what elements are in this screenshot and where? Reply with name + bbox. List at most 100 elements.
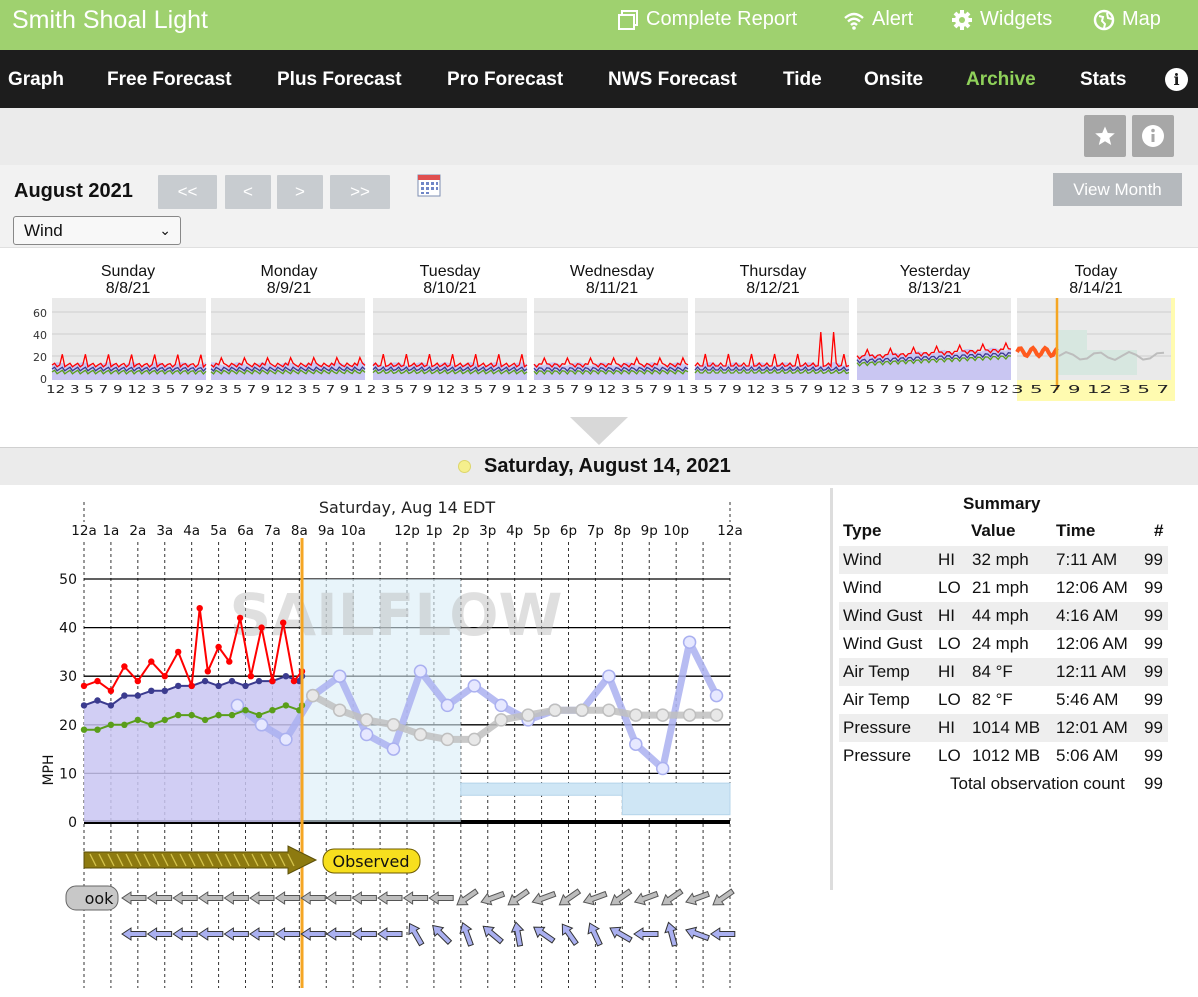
forecast-arrow	[609, 888, 633, 906]
wind-direction-arrow	[351, 927, 377, 941]
data-point	[269, 677, 276, 685]
wind-direction-arrow	[664, 921, 678, 947]
summary-value: 1014 MB	[972, 718, 1041, 737]
thumb-x-ticks: 3 5 7 9 12 3 5 7 9 12	[689, 383, 847, 396]
wind-direction-arrow	[510, 921, 525, 947]
summary-type: Wind	[843, 550, 882, 569]
forecast-arrow	[249, 891, 275, 905]
panel-divider	[830, 488, 833, 890]
summary-count: 99	[1144, 662, 1163, 681]
calendar-icon[interactable]	[417, 173, 441, 197]
summary-type: Pressure	[843, 718, 912, 737]
data-point	[359, 727, 374, 742]
wind-direction-arrow	[482, 925, 504, 945]
data-point	[175, 711, 182, 719]
data-point	[121, 721, 128, 728]
x-tick-label: 2p	[452, 523, 469, 539]
nav-graph[interactable]: Graph	[8, 69, 64, 91]
main-nav: Graph Free Forecast Plus Forecast Pro Fo…	[0, 50, 1198, 108]
y-tick-label: 0	[68, 815, 77, 831]
data-point	[175, 682, 182, 690]
nav-stats[interactable]: Stats	[1080, 69, 1126, 91]
y-axis-label: MPH	[41, 754, 57, 785]
nav-onsite[interactable]: Onsite	[864, 69, 923, 91]
nav-plus-forecast[interactable]: Plus Forecast	[277, 69, 402, 91]
forecast-arrow	[531, 890, 557, 906]
summary-row: Wind HI 32 mph 7:11 AM 99	[839, 546, 1168, 574]
summary-hilo: HI	[938, 550, 955, 569]
month-label: August 2021	[14, 180, 133, 202]
complete-report-link[interactable]: Complete Report	[617, 8, 797, 31]
gear-icon	[952, 9, 972, 30]
summary-type: Wind	[843, 578, 882, 597]
day-name: Today	[1074, 263, 1118, 280]
observed-label: Observed	[333, 852, 410, 871]
forecast-arrow	[146, 891, 173, 905]
x-tick-label: 8a	[291, 523, 308, 539]
summary-row: Wind Gust LO 24 mph 12:06 AM 99	[839, 630, 1168, 658]
data-point	[682, 708, 697, 722]
data-point	[247, 673, 255, 680]
thumb-x-ticks: 2 3 5 7 9 12 3 5 7 9 1	[528, 383, 686, 396]
summary-type: Air Temp	[843, 690, 910, 709]
thumb-x-ticks: 2 3 5 7 9 12 3 5 7 9 1	[205, 383, 363, 396]
thumb-y-tick: 20	[33, 351, 47, 364]
data-point	[94, 726, 101, 733]
thumb-x-ticks: 12 3 5 7 9 12 3 5 7 9	[46, 383, 204, 396]
variable-select[interactable]: Wind ⌄	[13, 216, 181, 245]
summary-time: 5:46 AM	[1056, 690, 1119, 709]
wind-direction-arrow	[223, 927, 249, 941]
nav-free-forecast[interactable]: Free Forecast	[107, 69, 232, 91]
forecast-arrow	[661, 888, 684, 906]
favorite-button[interactable]	[1084, 115, 1126, 157]
thumb-x-ticks: 3 5 7 9 12 3 5 7 9 12	[851, 383, 1009, 396]
data-point	[226, 658, 233, 665]
x-tick-label: 3p	[479, 523, 496, 539]
thumb-forecast-band	[1057, 330, 1087, 375]
summary-row: Air Temp LO 82 °F 5:46 AM 99	[839, 686, 1168, 714]
data-point	[602, 703, 616, 717]
next-day-button[interactable]: >	[277, 175, 323, 209]
nav-pro-forecast[interactable]: Pro Forecast	[447, 69, 563, 91]
prev-day-button[interactable]: <	[225, 175, 271, 209]
wind-chart[interactable]: Saturday, Aug 14 EDT 12a 1a 2a 3a 4a 5a 6a 7a 8a 9…	[0, 490, 828, 995]
day-thumbnail-charts[interactable]: 604020012 3 5 7 9 12 3 5 7 92 3 5 7 9 12…	[0, 290, 1198, 402]
summary-header-value: Value	[971, 521, 1016, 540]
nav-nws-forecast[interactable]: NWS Forecast	[608, 69, 737, 91]
x-tick-label: 6a	[237, 523, 254, 539]
x-tick-label: 12a	[717, 523, 742, 539]
alert-link[interactable]: Alert	[843, 8, 913, 31]
map-link[interactable]: Map	[1093, 8, 1161, 31]
wind-direction-arrow	[408, 922, 425, 947]
data-point	[386, 742, 401, 756]
summary-header-type: Type	[843, 521, 882, 540]
forecast-arrow	[172, 891, 198, 905]
widgets-link[interactable]: Widgets	[951, 8, 1052, 31]
day-name: Tuesday	[419, 263, 481, 280]
summary-time: 5:06 AM	[1056, 746, 1119, 765]
wifi-alert-icon	[844, 12, 864, 30]
summary-type: Wind Gust	[843, 634, 923, 653]
summary-row: Pressure LO 1012 MB 5:06 AM 99	[839, 742, 1168, 770]
data-point	[413, 664, 428, 679]
x-tick-label: 4a	[183, 523, 200, 539]
view-month-button[interactable]: View Month	[1053, 173, 1182, 206]
summary-type: Air Temp	[843, 662, 910, 681]
y-tick-label: 40	[59, 621, 77, 637]
data-point	[290, 677, 298, 685]
station-title: Smith Shoal Light	[12, 6, 208, 34]
next-month-button[interactable]: >>	[330, 175, 390, 209]
summary-value: 24 mph	[972, 634, 1029, 653]
summary-count: 99	[1144, 746, 1163, 765]
nav-tide[interactable]: Tide	[783, 69, 822, 91]
x-tick-label: 7p	[587, 523, 604, 539]
forecast-arrow	[685, 890, 710, 906]
nav-archive[interactable]: Archive	[966, 69, 1036, 91]
summary-time: 12:01 AM	[1056, 718, 1128, 737]
station-info-button[interactable]	[1132, 115, 1174, 157]
data-point	[521, 708, 535, 722]
data-point	[94, 677, 101, 685]
data-point	[682, 635, 697, 649]
info-icon[interactable]: i	[1165, 68, 1188, 91]
prev-month-button[interactable]: <<	[158, 175, 217, 209]
